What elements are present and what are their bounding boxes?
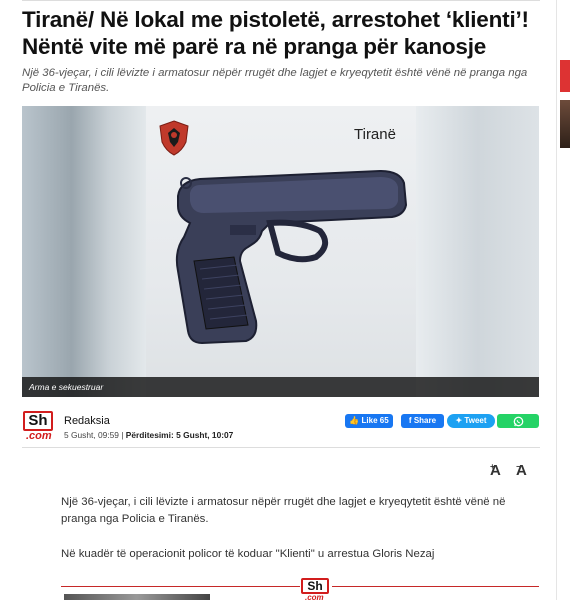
font-increase-button[interactable]: A + (490, 462, 501, 479)
published-date: 5 Gusht, 09:59 (64, 430, 119, 440)
image-blur-left (22, 106, 146, 397)
share-label: Share (413, 416, 437, 425)
pistol-icon (175, 169, 408, 345)
sidebar-thumbnail[interactable] (560, 60, 570, 92)
whatsapp-button[interactable] (497, 414, 539, 428)
tweet-label: Tweet (464, 416, 487, 425)
font-size-tools: A + A − (490, 462, 538, 480)
site-logo[interactable]: Sh .com (23, 411, 59, 445)
article-meta: Sh .com Redaksia 5 Gusht, 09:59 | Përdit… (22, 411, 540, 447)
top-border (22, 0, 540, 1)
article-paragraph: Një 36-vjeçar, i cili lëvizte i armatosu… (61, 496, 506, 525)
right-sidebar (556, 0, 570, 600)
whatsapp-icon (513, 416, 523, 426)
author-name[interactable]: Redaksia (64, 415, 110, 427)
like-label: Like 65 (361, 416, 389, 425)
facebook-share-button[interactable]: f Share (401, 414, 444, 428)
font-increase-label: A (490, 462, 501, 479)
updated-date: 5 Gusht, 10:07 (176, 430, 234, 440)
twitter-icon: ✦ (455, 416, 463, 425)
updated-label: Përditesimi: (125, 430, 174, 440)
article-title: Tiranë/ Në lokal me pistoletë, arrestohe… (22, 7, 529, 59)
meta-divider (22, 447, 540, 448)
sidebar-thumbnail[interactable] (560, 100, 570, 148)
image-blur-right (416, 106, 539, 397)
related-logo-mark: Sh (301, 578, 329, 594)
facebook-icon: f (408, 416, 412, 425)
related-article-thumbnail[interactable] (64, 594, 210, 600)
article-lead: Një 36-vjeçar, i cili lëvizte i armatosu… (22, 67, 528, 94)
publish-dates: 5 Gusht, 09:59 | Përditesimi: 5 Gusht, 1… (64, 430, 234, 440)
font-decrease-label: A (516, 462, 527, 479)
font-decrease-button[interactable]: A − (516, 462, 527, 479)
thumbs-up-icon: 👍 (349, 416, 360, 425)
image-city-label: Tiranë (354, 126, 396, 143)
image-caption: Arma e sekuestruar (29, 382, 104, 392)
related-logo: Sh .com (300, 577, 332, 602)
logo-suffix: .com (26, 430, 52, 442)
article-paragraph: Në kuadër të operacionit policor të kodu… (61, 548, 435, 560)
article-image[interactable]: Tiranë Arma e sekuestruar (22, 106, 539, 397)
tweet-button[interactable]: ✦ Tweet (447, 414, 495, 428)
related-logo-suffix: .com (305, 593, 324, 602)
sidebar-divider (556, 0, 557, 600)
logo-mark: Sh (23, 411, 53, 431)
facebook-like-button[interactable]: 👍 Like 65 (345, 414, 393, 428)
police-emblem-icon (159, 120, 189, 156)
